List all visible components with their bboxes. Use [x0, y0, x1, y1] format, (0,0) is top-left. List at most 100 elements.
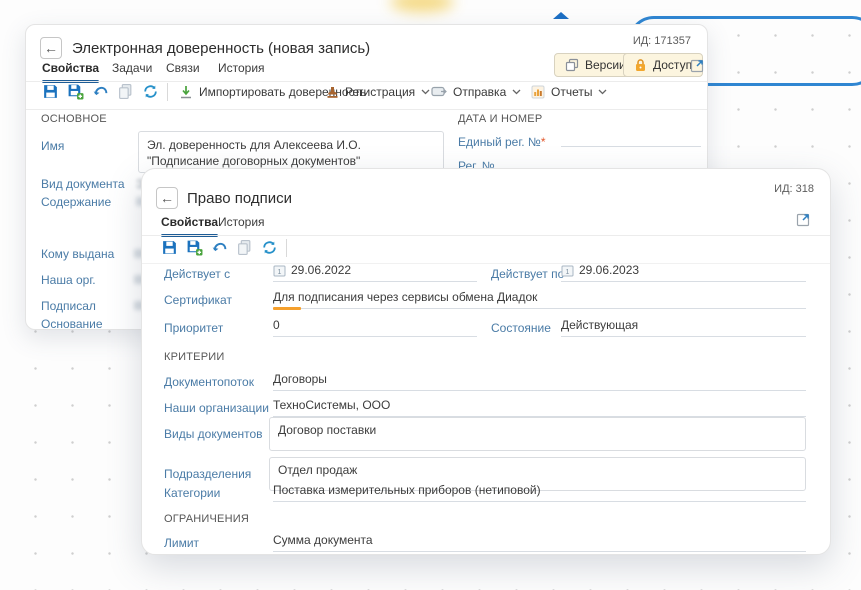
copy-icon-disabled[interactable] [236, 239, 253, 256]
docflow-field[interactable]: Договоры [273, 372, 806, 391]
valid-from-field[interactable]: 1 29.06.2022 [273, 263, 477, 282]
departments-label: Подразделения [164, 467, 251, 481]
valid-from-label: Действует с [164, 267, 230, 281]
send-menu-button[interactable]: Отправка [431, 85, 521, 99]
report-chart-icon [531, 85, 545, 99]
priority-label: Приоритет [164, 321, 223, 335]
our-orgs-value: ТехноСистемы, ООО [273, 398, 390, 412]
tab-properties[interactable]: Свойства [161, 215, 218, 235]
divider [142, 235, 830, 236]
calendar-icon: 1 [273, 264, 286, 277]
chevron-down-icon [598, 89, 607, 95]
content-label: Содержание [41, 195, 111, 209]
unified-reg-label-text: Единый рег. № [458, 135, 541, 149]
certificate-value: Для подписания через сервисы обмена Диад… [273, 290, 537, 304]
certificate-field[interactable]: Для подписания через сервисы обмена Диад… [273, 290, 806, 309]
state-field[interactable]: Действующая [561, 318, 806, 337]
tab-tasks[interactable]: Задачи [112, 61, 152, 81]
send-icon [431, 86, 447, 98]
state-label: Состояние [491, 321, 551, 335]
refresh-icon[interactable] [261, 239, 278, 256]
toolbar-divider [286, 239, 287, 257]
reports-label: Отчеты [551, 85, 592, 99]
blue-triangle-fragment [553, 12, 569, 19]
required-asterisk: * [541, 135, 546, 149]
name-label: Имя [41, 139, 64, 153]
tab-properties[interactable]: Свойства [42, 61, 99, 81]
registration-label: Регистрация [345, 85, 415, 99]
section-restrictions: ОГРАНИЧЕНИЯ [164, 513, 249, 525]
save-icon[interactable] [161, 239, 178, 256]
calendar-icon: 1 [561, 264, 574, 277]
valid-to-value: 29.06.2023 [579, 263, 639, 277]
undo-icon[interactable] [211, 239, 228, 256]
page-title: Право подписи [187, 190, 292, 207]
signed-by-label: Подписал [41, 299, 96, 313]
record-id: ИД: 318 [774, 183, 814, 195]
section-date-number: ДАТА И НОМЕР [458, 113, 542, 125]
reports-menu-button[interactable]: Отчеты [531, 85, 607, 99]
categories-value: Поставка измерительных приборов (нетипов… [273, 483, 541, 497]
our-org-label: Наша орг. [41, 273, 96, 287]
refresh-icon[interactable] [142, 83, 159, 100]
window-signing-right: ИД: 318 ← Право подписи Свойства История [141, 168, 831, 555]
limit-field[interactable]: Сумма документа [273, 533, 806, 552]
limit-value: Сумма документа [273, 533, 373, 547]
desktop-background: ИД: 171357 ← Электронная доверенность (н… [0, 0, 861, 590]
section-main: ОСНОВНОЕ [41, 113, 107, 125]
send-label: Отправка [453, 85, 506, 99]
svg-text:1: 1 [278, 269, 282, 276]
doc-kinds-label: Виды документов [164, 427, 263, 441]
valid-to-field[interactable]: 1 29.06.2023 [561, 263, 806, 282]
doc-kind-label: Вид документа [41, 177, 125, 191]
access-label: Доступ [653, 58, 692, 72]
tab-history[interactable]: История [218, 61, 265, 81]
save-and-new-icon[interactable] [186, 239, 203, 256]
back-button[interactable]: ← [40, 37, 62, 59]
valid-from-value: 29.06.2022 [291, 263, 351, 277]
download-icon [179, 85, 193, 99]
name-field[interactable]: Эл. доверенность для Алексеева И.О. "Под… [138, 131, 444, 173]
basis-label: Основание [41, 317, 103, 330]
undo-icon[interactable] [92, 83, 109, 100]
svg-text:1: 1 [566, 269, 570, 276]
back-arrow-icon: ← [44, 40, 58, 56]
chevron-down-icon [421, 89, 430, 95]
docflow-value: Договоры [273, 372, 327, 386]
our-orgs-field[interactable]: ТехноСистемы, ООО [273, 398, 806, 417]
yellow-glow-fragment [390, 0, 454, 12]
stamp-icon [326, 85, 339, 99]
tab-history[interactable]: История [218, 215, 265, 235]
divider [26, 81, 707, 82]
chevron-down-icon [512, 89, 521, 95]
limit-label: Лимит [164, 536, 199, 550]
copy-icon-disabled[interactable] [117, 83, 134, 100]
our-orgs-label: Наши организации [164, 401, 269, 415]
registration-menu-button[interactable]: Регистрация [326, 85, 430, 99]
valid-to-label: Действует по [491, 267, 564, 281]
tab-links[interactable]: Связи [166, 61, 200, 81]
versions-label: Версии [585, 58, 626, 72]
save-icon[interactable] [42, 83, 59, 100]
certificate-label: Сертификат [164, 293, 232, 307]
open-in-window-icon[interactable] [796, 211, 812, 227]
divider [26, 109, 707, 110]
unified-reg-field[interactable] [561, 131, 701, 147]
priority-value: 0 [273, 318, 280, 332]
state-value: Действующая [561, 318, 638, 332]
section-criteria: КРИТЕРИИ [164, 351, 224, 363]
issued-to-label: Кому выдана [41, 247, 114, 261]
open-in-window-icon[interactable] [690, 57, 706, 73]
categories-field[interactable]: Поставка измерительных приборов (нетипов… [273, 483, 806, 502]
spellcheck-underline [273, 307, 301, 310]
page-title: Электронная доверенность (новая запись) [72, 40, 370, 57]
back-arrow-icon: ← [160, 190, 174, 206]
doc-kinds-field[interactable]: Договор поставки [269, 417, 806, 451]
priority-field[interactable]: 0 [273, 318, 477, 337]
unified-reg-label: Единый рег. №* [458, 135, 545, 149]
save-and-new-icon[interactable] [67, 83, 84, 100]
back-button[interactable]: ← [156, 187, 178, 209]
lock-icon [634, 58, 647, 72]
record-id: ИД: 171357 [633, 35, 691, 47]
docflow-label: Документопоток [164, 375, 254, 389]
